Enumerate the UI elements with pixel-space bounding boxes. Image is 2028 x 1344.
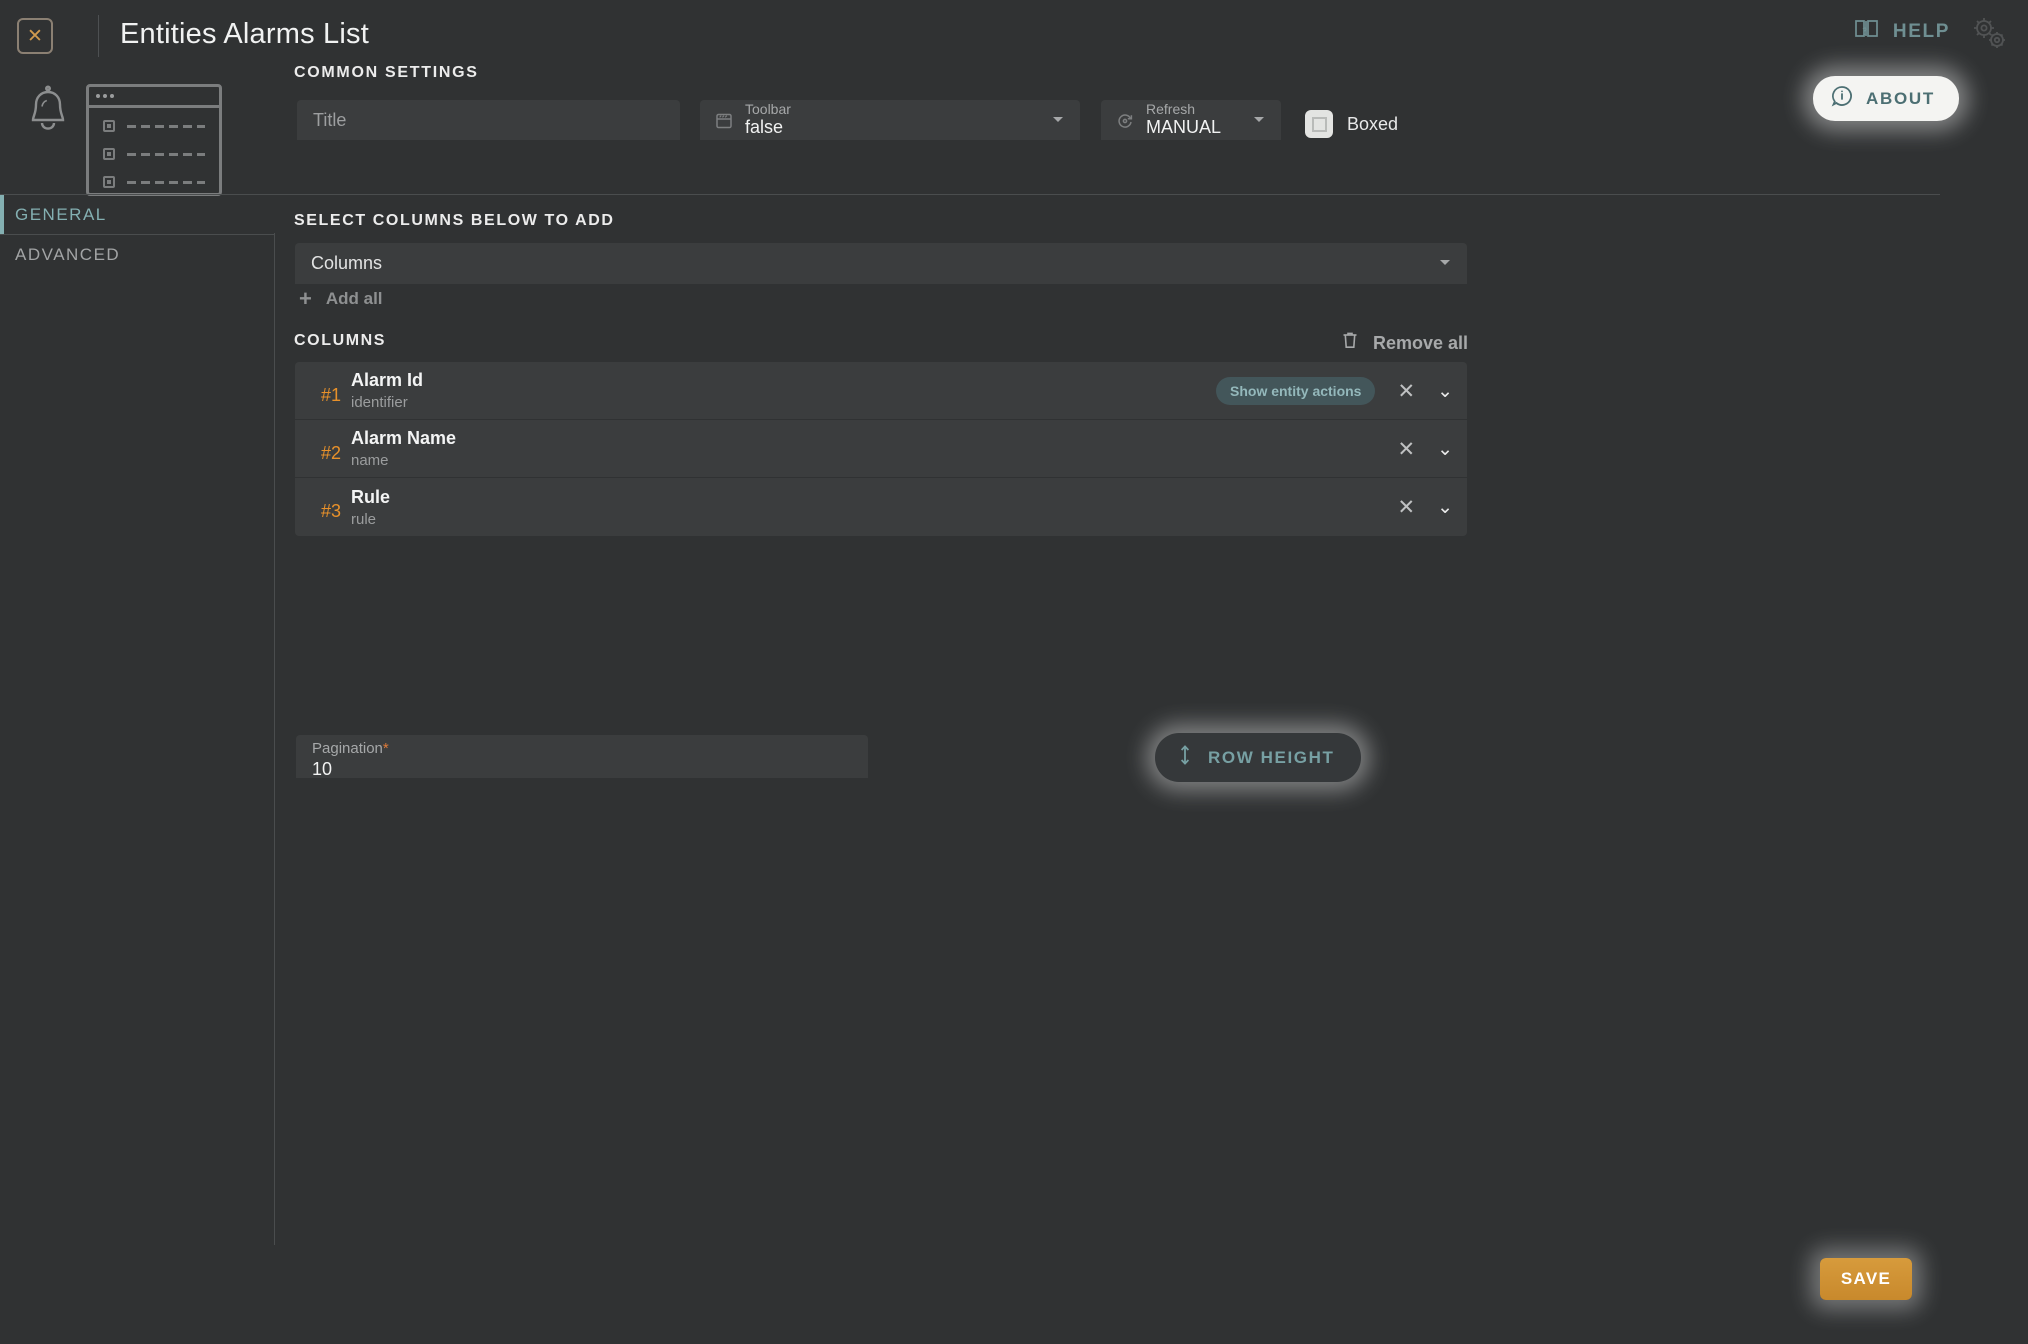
info-circle-icon <box>1831 85 1853 112</box>
plus-icon: + <box>299 286 312 311</box>
title-input[interactable]: Title <box>297 100 680 140</box>
column-title: Rule <box>351 486 391 507</box>
about-label: ABOUT <box>1866 88 1935 108</box>
preview-dot <box>103 94 107 98</box>
table-row[interactable]: #1 Alarm Id identifier Show entity actio… <box>295 362 1467 420</box>
preview-line <box>127 152 205 156</box>
pagination-label: Pagination* <box>312 740 389 757</box>
column-info: Rule rule <box>351 487 390 528</box>
refresh-select[interactable]: Refresh MANUAL <box>1101 100 1281 140</box>
close-icon: ✕ <box>27 25 43 47</box>
table-row[interactable]: #2 Alarm Name name ✕ ⌄ <box>295 420 1467 478</box>
checkbox-icon <box>1305 110 1333 138</box>
vertical-resize-icon <box>1177 744 1193 771</box>
preview-checkbox-icon <box>103 148 115 160</box>
about-button[interactable]: ABOUT <box>1813 76 1959 121</box>
preview-line <box>127 124 205 128</box>
widget-preview <box>0 72 290 200</box>
gears-icon[interactable] <box>1966 12 2014 56</box>
sidebar-divider <box>274 233 275 1245</box>
remove-column-icon[interactable]: ✕ <box>1397 497 1415 518</box>
table-row[interactable]: #3 Rule rule ✕ ⌄ <box>295 478 1467 536</box>
preview-line <box>127 180 205 184</box>
page-title: Entities Alarms List <box>120 18 369 50</box>
row-actions: Show entity actions ✕ ⌄ <box>1216 362 1453 420</box>
tab-advanced[interactable]: ADVANCED <box>0 235 275 274</box>
pagination-label-text: Pagination <box>312 740 383 757</box>
pagination-input[interactable]: Pagination* 10 <box>296 735 868 779</box>
chevron-down-icon[interactable] <box>1254 117 1264 122</box>
preview-checkbox-icon <box>103 176 115 188</box>
pagination-value: 10 <box>312 759 333 779</box>
bell-icon <box>22 84 74 140</box>
columns-heading: COLUMNS <box>294 332 387 349</box>
help-button[interactable]: HELP <box>1854 18 1950 46</box>
column-info: Alarm Id identifier <box>351 370 423 411</box>
column-subtitle: name <box>351 452 389 469</box>
close-button[interactable]: ✕ <box>17 18 53 54</box>
remove-all-button[interactable]: Remove all <box>1340 330 1468 356</box>
column-index: #1 <box>320 384 341 405</box>
select-columns-heading: SELECT COLUMNS BELOW TO ADD <box>294 212 615 229</box>
help-label: HELP <box>1892 21 1950 42</box>
common-settings-heading: COMMON SETTINGS <box>294 64 479 81</box>
header-divider <box>0 194 1940 195</box>
title-divider <box>98 15 99 57</box>
tab-advanced-label: ADVANCED <box>15 244 121 264</box>
column-subtitle: rule <box>351 510 377 528</box>
preview-row <box>103 148 219 160</box>
settings-tabs: GENERAL ADVANCED <box>0 195 275 274</box>
preview-checkbox-icon <box>103 120 115 132</box>
preview-row <box>103 176 219 188</box>
column-index: #2 <box>320 442 341 463</box>
column-title: Alarm Name <box>351 428 457 448</box>
chevron-down-icon[interactable]: ⌄ <box>1437 440 1453 459</box>
required-marker: * <box>382 740 389 757</box>
status-badge[interactable]: Show entity actions <box>1216 377 1376 405</box>
chevron-down-icon[interactable] <box>1440 260 1450 265</box>
preview-dot <box>110 94 114 98</box>
chevron-down-icon[interactable]: ⌄ <box>1437 382 1453 401</box>
preview-titlebar <box>89 87 219 108</box>
row-actions: ✕ ⌄ <box>1397 420 1453 478</box>
tab-general-label: GENERAL <box>15 204 107 224</box>
row-actions: ✕ ⌄ <box>1397 478 1453 536</box>
title-placeholder: Title <box>313 110 347 130</box>
preview-row <box>103 120 219 132</box>
tab-general[interactable]: GENERAL <box>0 195 275 234</box>
columns-select-placeholder: Columns <box>311 253 383 273</box>
add-all-button[interactable]: + Add all <box>299 288 383 310</box>
toolbar-select[interactable]: Toolbar false <box>700 100 1080 140</box>
refresh-label: Refresh <box>1146 101 1196 117</box>
remove-column-icon[interactable]: ✕ <box>1397 439 1415 460</box>
refresh-icon <box>1115 111 1135 131</box>
refresh-value: MANUAL <box>1146 117 1222 137</box>
save-button[interactable]: SAVE <box>1820 1258 1912 1300</box>
columns-select[interactable]: Columns <box>295 243 1467 284</box>
column-index: #3 <box>320 501 341 521</box>
chevron-down-icon[interactable]: ⌄ <box>1437 498 1453 517</box>
window-titlebar: ✕ Entities Alarms List HELP ABOUT <box>0 0 2028 121</box>
boxed-checkbox[interactable]: Boxed <box>1305 110 1398 138</box>
boxed-label: Boxed <box>1347 113 1399 134</box>
chevron-down-icon[interactable] <box>1053 117 1063 122</box>
trash-icon <box>1340 330 1360 356</box>
add-all-label: Add all <box>325 289 383 308</box>
columns-list: #1 Alarm Id identifier Show entity actio… <box>295 362 1467 536</box>
widget-settings-window: ✕ Entities Alarms List HELP ABOUT COMMON… <box>0 0 2028 1344</box>
row-height-label: ROW HEIGHT <box>1208 747 1335 767</box>
preview-rows <box>89 108 219 188</box>
column-title: Alarm Id <box>351 370 424 390</box>
toolbar-value: false <box>745 117 784 137</box>
toolbar-label: Toolbar <box>745 101 791 117</box>
column-subtitle: identifier <box>351 394 408 411</box>
preview-dot <box>96 94 100 98</box>
column-info: Alarm Name name <box>351 428 456 469</box>
remove-column-icon[interactable]: ✕ <box>1397 381 1415 402</box>
book-question-icon <box>1854 18 1880 46</box>
remove-all-label: Remove all <box>1373 332 1469 353</box>
list-preview-icon <box>86 84 222 196</box>
row-height-button[interactable]: ROW HEIGHT <box>1155 733 1361 782</box>
toolbar-icon <box>714 111 734 131</box>
